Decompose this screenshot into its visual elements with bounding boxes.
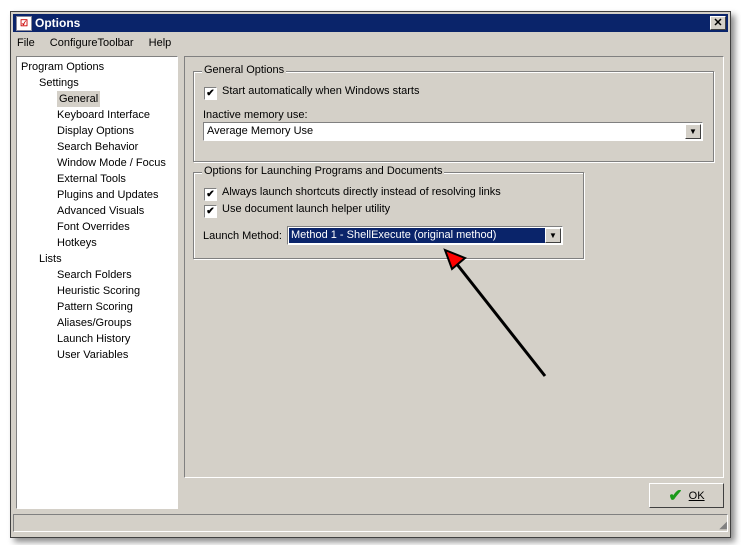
arrow-head-icon: [443, 248, 467, 271]
arrow-shaft: [454, 262, 547, 377]
annotation-arrow: [443, 248, 547, 377]
